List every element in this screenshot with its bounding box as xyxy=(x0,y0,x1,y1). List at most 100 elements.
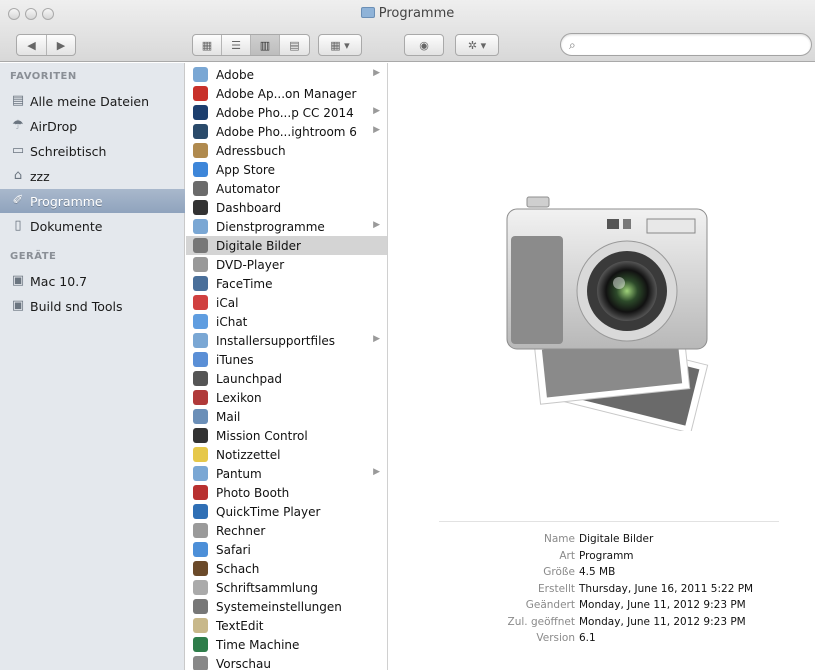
list-item[interactable]: iTunes xyxy=(186,350,387,369)
app-icon xyxy=(193,485,208,500)
list-item-label: Dashboard xyxy=(216,200,282,215)
file-list-column: Adobe ▶ Adobe Ap...on Manager Adobe Pho...p… xyxy=(186,63,388,670)
list-item[interactable]: Digitale Bilder xyxy=(186,236,387,255)
list-item-label: Safari xyxy=(216,542,251,557)
list-item[interactable]: Automator xyxy=(186,179,387,198)
list-item[interactable]: Adobe Pho...ightroom 6 ▶ xyxy=(186,122,387,141)
list-item[interactable]: Notizzettel xyxy=(186,445,387,464)
list-item[interactable]: Lexikon xyxy=(186,388,387,407)
list-item[interactable]: Dashboard xyxy=(186,198,387,217)
list-item-label: Mission Control xyxy=(216,428,308,443)
list-item[interactable]: iChat xyxy=(186,312,387,331)
app-icon xyxy=(193,599,208,614)
sidebar-item-disk-build[interactable]: ▣ Build snd Tools xyxy=(0,294,185,318)
camera-with-photos-icon xyxy=(506,196,709,431)
preview-divider xyxy=(439,521,779,522)
disclosure-arrow-icon: ▶ xyxy=(373,68,380,78)
list-item[interactable]: Time Machine xyxy=(186,635,387,654)
list-item[interactable]: Vorschau xyxy=(186,654,387,670)
folder-icon xyxy=(193,466,208,481)
app-icon xyxy=(193,390,208,405)
list-item[interactable]: Adobe Pho...p CC 2014 ▶ xyxy=(186,103,387,122)
sidebar-item-home[interactable]: ⌂ zzz xyxy=(0,164,185,188)
list-item-label: Schach xyxy=(216,561,260,576)
list-item-label: FaceTime xyxy=(216,276,273,291)
list-item-label: iCal xyxy=(216,295,239,310)
list-item[interactable]: App Store xyxy=(186,160,387,179)
list-item[interactable]: iCal xyxy=(186,293,387,312)
list-item[interactable]: DVD-Player xyxy=(186,255,387,274)
info-row: Geändert Monday, June 11, 2012 9:23 PM xyxy=(389,599,815,615)
icon-view-button[interactable]: ▦ xyxy=(193,35,222,55)
app-icon xyxy=(193,352,208,367)
info-value: Digitale Bilder xyxy=(579,533,654,545)
list-item[interactable]: Launchpad xyxy=(186,369,387,388)
back-button[interactable]: ◀ xyxy=(17,35,47,55)
list-item[interactable]: Schach xyxy=(186,559,387,578)
sidebar-item-desktop[interactable]: ▭ Schreibtisch xyxy=(0,139,185,163)
disclosure-arrow-icon: ▶ xyxy=(373,106,380,116)
desktop-icon: ▭ xyxy=(11,143,25,158)
list-item-label: Time Machine xyxy=(216,637,300,652)
view-mode-control: ▦ ☰ ▥ ▤ xyxy=(192,34,310,56)
sidebar-item-documents[interactable]: ▯ Dokumente xyxy=(0,214,185,238)
list-item[interactable]: Dienstprogramme ▶ xyxy=(186,217,387,236)
list-item[interactable]: FaceTime xyxy=(186,274,387,293)
list-item[interactable]: Mission Control xyxy=(186,426,387,445)
folder-icon xyxy=(360,7,375,18)
sidebar-item-airdrop[interactable]: ☂ AirDrop xyxy=(0,114,185,138)
sidebar: FAVORITEN ▤ Alle meine Dateien ☂ AirDrop… xyxy=(0,63,185,670)
list-item-label: Rechner xyxy=(216,523,266,538)
window-title: Programme xyxy=(0,6,815,21)
disclosure-arrow-icon: ▶ xyxy=(373,125,380,135)
app-icon xyxy=(193,447,208,462)
list-item-label: Adobe Pho...p CC 2014 xyxy=(216,105,354,120)
forward-button[interactable]: ▶ xyxy=(47,35,75,55)
list-item[interactable]: Photo Booth xyxy=(186,483,387,502)
list-item[interactable]: Installersupportfiles ▶ xyxy=(186,331,387,350)
gear-icon: ✲ ▾ xyxy=(467,38,487,52)
action-button[interactable]: ✲ ▾ xyxy=(455,34,499,56)
sidebar-item-disk-mac[interactable]: ▣ Mac 10.7 xyxy=(0,269,185,293)
list-item-label: Schriftsammlung xyxy=(216,580,318,595)
list-item[interactable]: Safari xyxy=(186,540,387,559)
list-item[interactable]: Adobe Ap...on Manager xyxy=(186,84,387,103)
disclosure-arrow-icon: ▶ xyxy=(373,334,380,344)
coverflow-view-button[interactable]: ▤ xyxy=(280,35,309,55)
arrange-icon: ▦ ▾ xyxy=(330,38,350,52)
arrange-button[interactable]: ▦ ▾ xyxy=(318,34,362,56)
list-view-button[interactable]: ☰ xyxy=(222,35,251,55)
app-icon xyxy=(193,656,208,670)
list-item[interactable]: Systemeinstellungen xyxy=(186,597,387,616)
list-item-label: Notizzettel xyxy=(216,447,281,462)
finder-window: Programme ◀ ▶ ▦ ☰ ▥ ▤ ▦ ▾ ◉ ✲ ▾ ⌕ FAVORI… xyxy=(0,0,815,670)
list-item[interactable]: QuickTime Player xyxy=(186,502,387,521)
sidebar-item-all-files[interactable]: ▤ Alle meine Dateien xyxy=(0,89,185,113)
app-icon xyxy=(193,409,208,424)
list-item[interactable]: Adobe ▶ xyxy=(186,65,387,84)
info-value: Thursday, June 16, 2011 5:22 PM xyxy=(579,582,754,595)
app-icon xyxy=(193,162,208,177)
list-item[interactable]: Mail xyxy=(186,407,387,426)
sidebar-item-applications[interactable]: ✐ Programme xyxy=(0,189,185,213)
list-item[interactable]: Rechner xyxy=(186,521,387,540)
info-row: Größe 4.5 MB xyxy=(389,566,815,582)
app-icon xyxy=(193,257,208,272)
app-icon xyxy=(193,637,208,652)
column-view-button[interactable]: ▥ xyxy=(251,35,280,55)
list-item[interactable]: Schriftsammlung xyxy=(186,578,387,597)
list-item[interactable]: Adressbuch xyxy=(186,141,387,160)
info-row: Version 6.1 xyxy=(389,632,815,648)
app-icon xyxy=(193,86,208,101)
list-item-label: iTunes xyxy=(216,352,254,367)
app-icon xyxy=(193,314,208,329)
list-item[interactable]: Pantum ▶ xyxy=(186,464,387,483)
info-key: Erstellt xyxy=(538,582,575,595)
list-item[interactable]: TextEdit xyxy=(186,616,387,635)
sidebar-header-favorites: FAVORITEN xyxy=(10,71,77,82)
search-input[interactable]: ⌕ xyxy=(560,33,812,56)
app-icon xyxy=(193,371,208,386)
quicklook-button[interactable]: ◉ xyxy=(404,34,444,56)
info-value: Monday, June 11, 2012 9:23 PM xyxy=(579,615,746,628)
info-row: Art Programm xyxy=(389,550,815,566)
